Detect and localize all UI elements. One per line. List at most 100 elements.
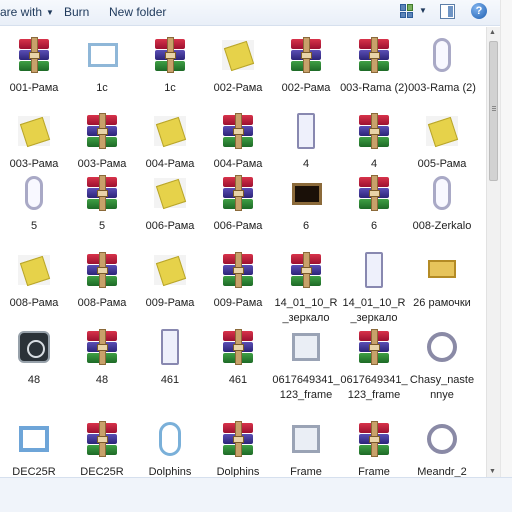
- file-name: 008-Рама: [9, 297, 59, 309]
- file-name: 48: [27, 374, 41, 386]
- image-icon: [424, 252, 460, 288]
- image-icon: [288, 175, 324, 211]
- status-bar: [0, 477, 512, 512]
- chevron-down-icon: ▼: [46, 8, 54, 17]
- image-icon: [424, 421, 460, 457]
- file-name: 461: [228, 374, 248, 386]
- change-view-icon[interactable]: [400, 4, 414, 18]
- share-with-label: are with: [0, 5, 43, 19]
- file-name: 1c: [96, 82, 108, 94]
- archive-icon: [288, 252, 324, 288]
- file-name: 002-Рама: [281, 82, 331, 94]
- file-name: 003-Rama (2): [340, 82, 408, 94]
- archive-icon: [152, 37, 188, 73]
- image-icon: [16, 252, 52, 288]
- file-name: 008-Zerkalo: [412, 220, 472, 232]
- file-name: 009-Рама: [145, 297, 195, 309]
- new-folder-label: New folder: [109, 5, 167, 19]
- archive-icon: [84, 252, 120, 288]
- file-name: 48: [95, 374, 109, 386]
- view-options-chevron-icon[interactable]: ▼: [419, 6, 427, 15]
- image-icon: [152, 175, 188, 211]
- image-icon: [356, 252, 392, 288]
- command-bar: are with ▼ Burn New folder ▼ ?: [0, 0, 500, 26]
- file-name: Frame: [358, 466, 390, 477]
- scroll-up-icon[interactable]: ▲: [489, 29, 496, 36]
- archive-icon: [220, 329, 256, 365]
- image-icon: [424, 175, 460, 211]
- image-icon: [424, 113, 460, 149]
- archive-icon: [84, 113, 120, 149]
- file-name: 004-Рама: [213, 158, 263, 170]
- image-icon: [16, 329, 52, 365]
- burn-button[interactable]: Burn: [64, 5, 89, 19]
- file-name: 0617649341_123_frame: [340, 374, 408, 401]
- window-edge: [500, 0, 512, 477]
- file-name: 009-Рама: [213, 297, 263, 309]
- image-icon: [288, 113, 324, 149]
- file-name: DEC25R: [80, 466, 124, 477]
- file-name: Chasy_nastennye: [409, 374, 475, 401]
- archive-icon: [356, 113, 392, 149]
- image-icon: [424, 329, 460, 365]
- file-name: 008-Рама: [77, 297, 127, 309]
- archive-icon: [16, 37, 52, 73]
- file-name: 005-Рама: [417, 158, 467, 170]
- image-icon: [16, 113, 52, 149]
- new-folder-button[interactable]: New folder: [109, 5, 166, 19]
- file-name: 001-Рама: [9, 82, 59, 94]
- file-name: 461: [160, 374, 180, 386]
- file-name: Frame: [290, 466, 322, 477]
- file-name: 006-Рама: [145, 220, 195, 232]
- file-name: 26 рамочки: [413, 297, 471, 309]
- image-icon: [424, 37, 460, 73]
- archive-icon: [220, 113, 256, 149]
- image-icon: [220, 37, 256, 73]
- preview-pane-icon[interactable]: [440, 4, 455, 19]
- file-name: 4: [302, 158, 310, 170]
- image-icon: [288, 421, 324, 457]
- burn-label: Burn: [64, 5, 90, 19]
- file-name: 4: [370, 158, 378, 170]
- file-name: DEC25R: [12, 466, 56, 477]
- archive-icon: [84, 421, 120, 457]
- image-icon: [152, 421, 188, 457]
- file-name: Meandr_2: [417, 466, 467, 477]
- file-grid: 001-Рама 1c 1c 002-Рама 002-Рама 003-Ram…: [0, 27, 486, 477]
- image-icon: [16, 175, 52, 211]
- image-icon: [152, 252, 188, 288]
- vertical-scrollbar[interactable]: ▲ ▼: [486, 27, 500, 477]
- image-icon: [152, 113, 188, 149]
- file-name: 1c: [164, 82, 176, 94]
- file-name: 004-Рама: [145, 158, 195, 170]
- archive-icon: [356, 37, 392, 73]
- file-name: Dolphins: [216, 466, 260, 477]
- file-name: 14_01_10_R_зеркало: [342, 297, 406, 324]
- file-name: 002-Рама: [213, 82, 263, 94]
- file-name: 6: [302, 220, 310, 232]
- archive-icon: [220, 421, 256, 457]
- share-with-button[interactable]: are with ▼: [0, 5, 54, 19]
- file-name: 5: [98, 220, 106, 232]
- scrollbar-thumb[interactable]: [489, 41, 498, 181]
- scroll-down-icon[interactable]: ▼: [489, 468, 496, 475]
- image-icon: [152, 329, 188, 365]
- help-icon[interactable]: ?: [471, 3, 487, 19]
- file-name: 0617649341_123_frame: [272, 374, 340, 401]
- file-name: 6: [370, 220, 378, 232]
- archive-icon: [84, 175, 120, 211]
- file-name: Dolphins: [148, 466, 192, 477]
- file-name: 5: [30, 220, 38, 232]
- image-icon: [288, 329, 324, 365]
- archive-icon: [356, 175, 392, 211]
- file-name: 003-Rama (2): [408, 82, 476, 94]
- file-name: 003-Рама: [9, 158, 59, 170]
- archive-icon: [220, 252, 256, 288]
- file-name: 003-Рама: [77, 158, 127, 170]
- image-icon: [84, 37, 120, 73]
- archive-icon: [84, 329, 120, 365]
- archive-icon: [288, 37, 324, 73]
- archive-icon: [356, 421, 392, 457]
- image-icon: [16, 421, 52, 457]
- archive-icon: [220, 175, 256, 211]
